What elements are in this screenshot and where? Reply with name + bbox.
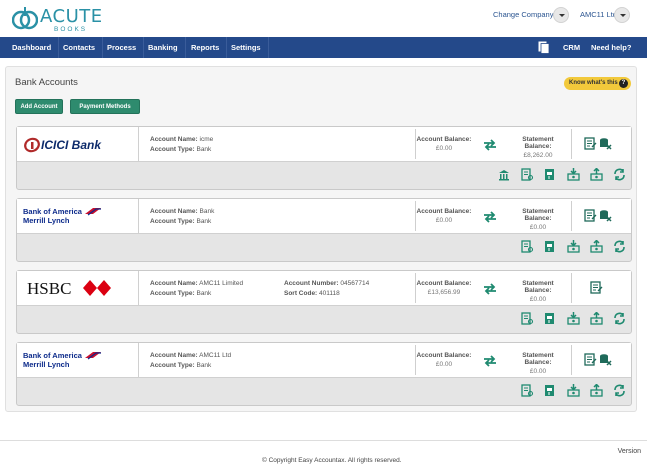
statement-balance: £0.00 [529,368,547,375]
account-type: Bank [196,290,212,297]
know-whats-this-label: Know what's this [569,80,618,86]
nav-dashboard[interactable]: Dashboard [5,37,60,58]
delete-account-icon[interactable] [599,137,612,150]
account-card: HSBC Account Name: AMC11 Limited Account… [16,270,632,334]
question-icon: ? [619,79,628,88]
account-name: AMC11 Limited [199,280,244,287]
nav-crm[interactable]: CRM [563,37,580,58]
refresh-icon[interactable] [613,240,626,253]
change-company-dropdown-button[interactable] [553,7,569,23]
change-company-link[interactable]: Change Company [493,10,553,19]
money-out-icon[interactable] [590,240,603,253]
statement-icon[interactable] [584,353,597,366]
reconcile-icon[interactable] [521,168,534,181]
money-in-icon[interactable] [567,384,580,397]
account-type: Bank [196,218,212,225]
account-balance: £13,656.99 [427,289,461,296]
account-balance: £0.00 [435,145,453,152]
account-card: Bank of America Merrill Lynch Account Na… [16,342,632,406]
money-out-icon[interactable] [590,384,603,397]
nav-reports[interactable]: Reports [184,37,228,58]
import-statement-icon[interactable] [544,168,557,181]
logo-mark-icon [12,6,38,30]
refresh-icon[interactable] [613,384,626,397]
footer-divider [0,440,647,441]
account-balance: £0.00 [435,217,453,224]
money-in-icon[interactable] [567,312,580,325]
refresh-icon[interactable] [613,168,626,181]
logo-title: ACUTE [40,6,103,27]
money-out-icon[interactable] [590,168,603,181]
bank-of-america-logo: Bank of America Merrill Lynch [17,343,139,378]
icici-bank-logo: ICICI Bank [17,127,139,162]
nav-need-help[interactable]: Need help? [591,37,631,58]
transfer-icon[interactable] [483,355,497,367]
transfer-icon[interactable] [483,283,497,295]
statement-balance: £8,262.00 [523,152,553,159]
import-statement-icon[interactable] [544,240,557,253]
account-number: 04567714 [340,280,370,287]
documents-icon[interactable] [538,41,550,54]
acute-books-logo[interactable]: ACUTE BOOKS [12,4,112,34]
version-label: Version [617,448,641,455]
bank-accounts-panel: Bank Accounts Know what's this ? Add Acc… [5,66,637,412]
account-balance: £0.00 [435,361,453,368]
add-account-button[interactable]: Add Account [15,99,63,114]
nav-process[interactable]: Process [100,37,145,58]
money-in-icon[interactable] [567,240,580,253]
reconcile-icon[interactable] [521,312,534,325]
know-whats-this-button[interactable]: Know what's this ? [564,77,631,90]
account-type: Bank [196,146,212,153]
account-type: Bank [196,362,212,369]
sort-code: 401118 [319,290,340,297]
account-name: Bank [199,208,215,215]
import-statement-icon[interactable] [544,384,557,397]
delete-account-icon[interactable] [599,209,612,222]
reconcile-icon[interactable] [521,240,534,253]
statement-icon[interactable] [584,209,597,222]
bank-feed-icon[interactable] [498,168,511,181]
top-header: ACUTE BOOKS Change Company AMC11 Ltd [0,0,647,36]
page-title: Bank Accounts [15,77,78,88]
account-card: ICICI Bank Account Name: icme Account Ty… [16,126,632,190]
account-card: Bank of America Merrill Lynch Account Na… [16,198,632,262]
statement-icon[interactable] [584,137,597,150]
bofa-flag-icon [85,208,101,216]
transfer-icon[interactable] [483,139,497,151]
hsbc-logo: HSBC [17,271,139,306]
payment-methods-button[interactable]: Payment Methods [70,99,140,114]
hsbc-hexagon-icon [83,280,111,296]
reconcile-icon[interactable] [521,384,534,397]
account-name: icme [199,136,214,143]
nav-settings[interactable]: Settings [224,37,269,58]
icici-logo-icon [24,137,40,153]
money-in-icon[interactable] [567,168,580,181]
account-name: AMC11 Ltd [199,352,232,359]
copyright-text: © Copyright Easy Accountax. All rights r… [262,457,402,464]
nav-banking[interactable]: Banking [141,37,186,58]
nav-contacts[interactable]: Contacts [56,37,104,58]
refresh-icon[interactable] [613,312,626,325]
statement-balance: £0.00 [529,296,547,303]
money-out-icon[interactable] [590,312,603,325]
transfer-icon[interactable] [483,211,497,223]
bofa-flag-icon [85,352,101,360]
delete-account-icon[interactable] [599,353,612,366]
company-dropdown-button[interactable] [614,7,630,23]
statement-balance: £0.00 [529,224,547,231]
main-nav: Dashboard Contacts Process Banking Repor… [0,37,647,58]
bank-of-america-logo: Bank of America Merrill Lynch [17,199,139,234]
statement-icon[interactable] [590,281,603,294]
logo-subtitle: BOOKS [54,26,88,33]
company-name: AMC11 Ltd [580,10,617,19]
import-statement-icon[interactable] [544,312,557,325]
